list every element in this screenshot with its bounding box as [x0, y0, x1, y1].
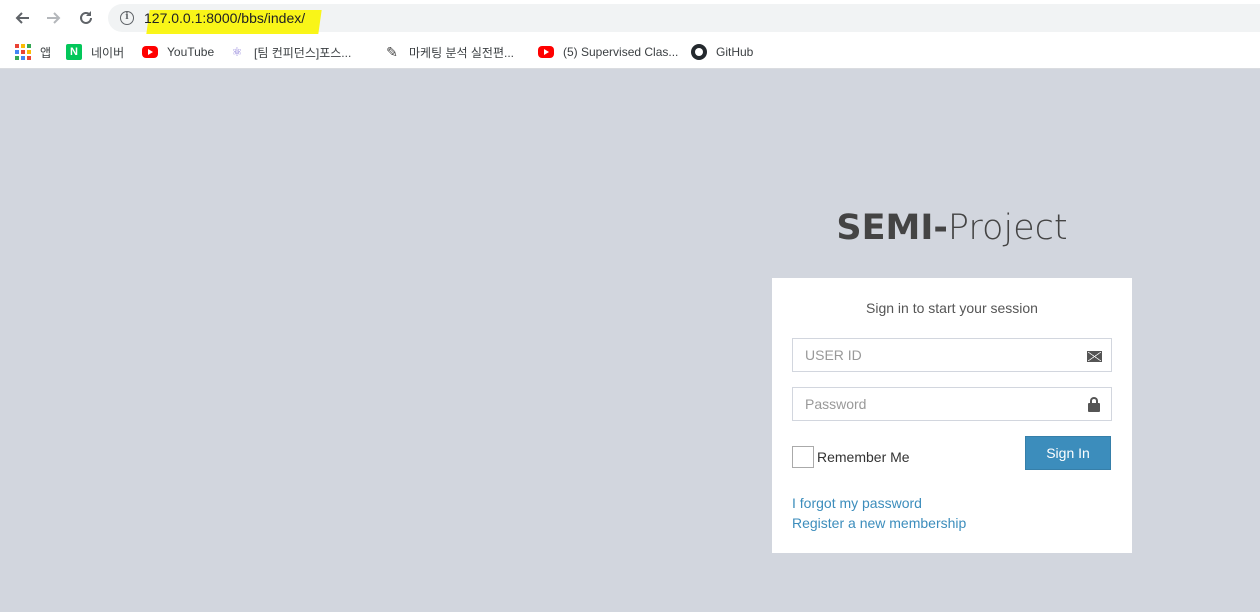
arrow-right-icon	[47, 12, 61, 24]
info-icon[interactable]: i	[120, 11, 134, 25]
reload-icon	[80, 11, 92, 24]
bookmark-naver[interactable]: N 네이버	[66, 43, 124, 61]
bookmark-label: 네이버	[91, 45, 125, 60]
password-input[interactable]	[793, 388, 1083, 420]
lock-icon	[1086, 397, 1102, 413]
bookmark-label: 앱	[40, 45, 52, 60]
bookmark-youtube[interactable]: YouTube	[142, 43, 214, 61]
password-field[interactable]	[792, 387, 1112, 421]
bookmark-github[interactable]: GitHub	[691, 43, 753, 61]
forgot-password-link[interactable]: I forgot my password	[792, 495, 922, 511]
remember-me[interactable]: Remember Me	[792, 446, 910, 468]
bookmark-label: YouTube	[167, 45, 215, 59]
reload-button[interactable]	[74, 6, 98, 30]
register-link[interactable]: Register a new membership	[792, 515, 966, 531]
bookmark-apps[interactable]: 앱	[15, 43, 51, 61]
logo-light: Project	[947, 208, 1068, 248]
userid-field[interactable]	[792, 338, 1112, 372]
bookmark-marketing[interactable]: ✎ 마케팅 분석 실전편...	[384, 43, 514, 61]
logo-bold: SEMI-	[836, 208, 948, 248]
signin-button[interactable]: Sign In	[1025, 436, 1111, 470]
molecule-icon: ⚛	[231, 45, 243, 59]
apps-icon	[15, 44, 31, 60]
bookmark-supervised[interactable]: (5) Supervised Clas...	[538, 43, 678, 61]
youtube-icon	[538, 46, 554, 58]
bookmark-label: GitHub	[716, 45, 754, 59]
login-message: Sign in to start your session	[866, 300, 1038, 316]
url-text[interactable]: 127.0.0.1:8000/bbs/index/	[144, 10, 305, 26]
address-bar[interactable]: i 127.0.0.1:8000/bbs/index/	[108, 4, 1260, 34]
forward-button[interactable]	[42, 6, 66, 30]
remember-label: Remember Me	[817, 449, 910, 465]
bookmark-label: 마케팅 분석 실전편...	[409, 45, 514, 60]
youtube-icon	[142, 46, 158, 58]
back-button[interactable]	[10, 6, 34, 30]
login-box: Sign in to start your session Remember M…	[772, 278, 1132, 553]
bookmark-team-confidence[interactable]: ⚛ [팀 컨피던스]포스...	[229, 43, 352, 61]
envelope-icon	[1086, 348, 1102, 364]
login-logo[interactable]: SEMI-Project	[772, 208, 1132, 248]
bookmark-label: (5) Supervised Clas...	[563, 45, 679, 59]
naver-icon: N	[66, 44, 82, 60]
bookmark-label: [팀 컨피던스]포스...	[254, 45, 352, 60]
bookmarks-bar: 앱 N 네이버 YouTube ⚛ [팀 컨피던스]포스... ✎ 마케팅 분석…	[0, 36, 1260, 69]
userid-input[interactable]	[793, 339, 1083, 371]
browser-toolbar: i 127.0.0.1:8000/bbs/index/	[0, 0, 1260, 36]
arrow-left-icon	[15, 12, 29, 24]
github-icon	[691, 44, 707, 60]
pen-icon: ✎	[386, 43, 398, 60]
remember-checkbox[interactable]	[792, 446, 814, 468]
